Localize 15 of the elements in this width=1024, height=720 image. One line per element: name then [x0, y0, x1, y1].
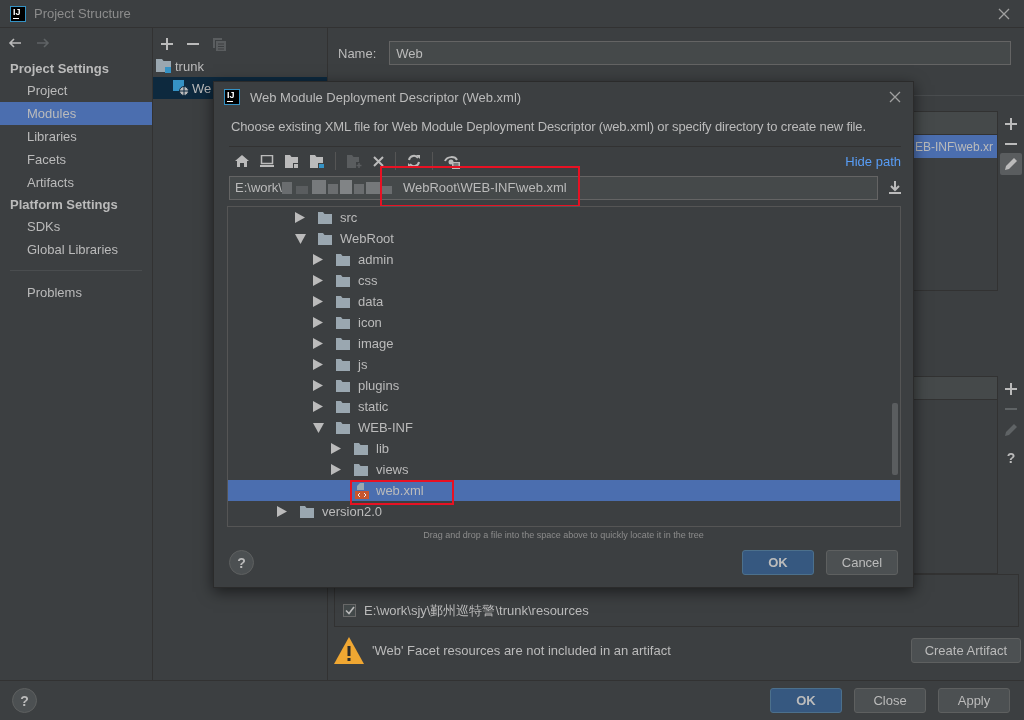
dialog-title: Web Module Deployment Descriptor (Web.xml)	[250, 89, 523, 105]
module-label: We	[192, 80, 212, 96]
window-title: Project Structure	[34, 6, 132, 21]
module-label: trunk	[175, 58, 204, 74]
path-end-text: WebRoot\WEB-INF\web.xml	[402, 180, 567, 195]
app-logo: IJ	[224, 89, 240, 105]
warning-text: 'Web' Facet resources are not included in an artifact	[372, 643, 671, 658]
description-text: Choose existing XML file for Web Module Deployment Descriptor (web.xml) or specify directory to create new file.	[230, 118, 867, 136]
table-cell-text: EB-INF\web.xr	[914, 139, 994, 154]
app-logo: IJ	[10, 5, 26, 22]
checkbox-label: E:\work\sjy\鄞州巡特警\trunk\resources	[364, 601, 589, 620]
section-title: Project Settings	[9, 60, 110, 78]
section-title: Platform Settings	[9, 196, 119, 214]
path-start-text: E:\work\	[235, 180, 282, 195]
name-label: Name:	[338, 45, 377, 61]
